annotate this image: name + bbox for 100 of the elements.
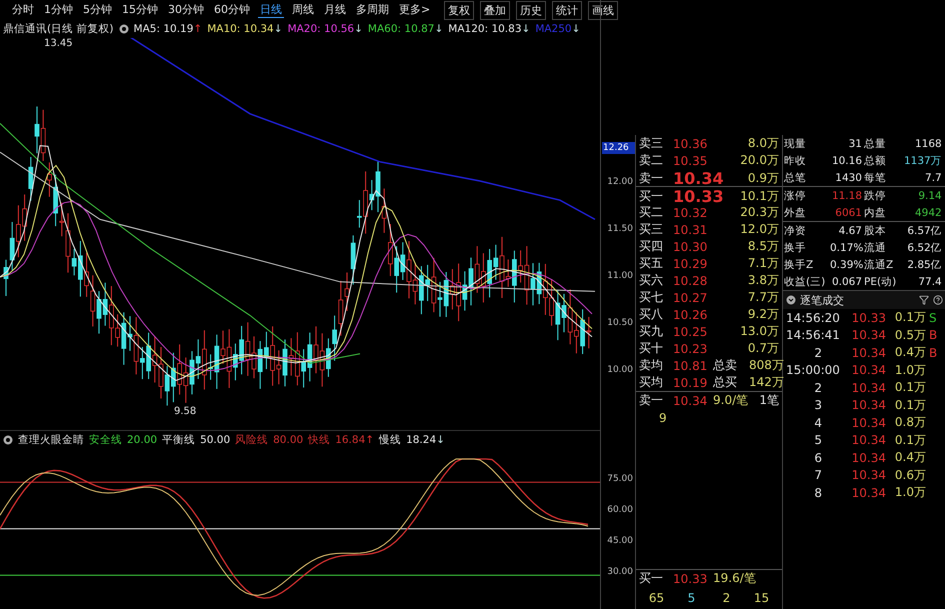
stat-value: 0.067 bbox=[830, 276, 863, 288]
moving-average-value: MA5: 10.19 bbox=[134, 23, 194, 35]
queue-order-size: 5 bbox=[686, 591, 696, 605]
queue-order-size: 15 bbox=[752, 591, 770, 605]
order-price: 10.34 bbox=[673, 169, 725, 188]
order-level-label: 买四 bbox=[639, 238, 664, 255]
trend-arrow: ↓ bbox=[522, 23, 530, 35]
order-volume: 0.7万 bbox=[746, 340, 779, 357]
trade-side: B bbox=[928, 346, 938, 360]
order-level-label: 卖二 bbox=[639, 152, 664, 169]
period-tab[interactable]: 分时 bbox=[10, 2, 36, 18]
filter-icon[interactable] bbox=[918, 295, 929, 305]
period-tab[interactable]: 更多> bbox=[397, 2, 432, 18]
stat-value: 2.85亿 bbox=[906, 258, 943, 272]
stat-value: 4942 bbox=[914, 206, 943, 218]
stock-title: 鼎信通讯(日线 前复权) bbox=[3, 22, 114, 36]
trade-volume: 0.5万 bbox=[894, 326, 926, 344]
order-volume: 0.9万 bbox=[746, 170, 779, 187]
toolbar-button[interactable]: 统计 bbox=[552, 0, 582, 20]
trend-arrow: ↑ bbox=[193, 23, 202, 35]
toolbar-button[interactable]: 画线 bbox=[588, 0, 618, 20]
trade-volume: 0.1万 bbox=[894, 379, 926, 396]
stat-value: 7.7 bbox=[924, 172, 943, 184]
trade-time: 15:00:00 bbox=[786, 363, 841, 378]
trade-price: 10.34 bbox=[850, 380, 886, 395]
period-tab[interactable]: 多周期 bbox=[354, 2, 391, 18]
trade-price: 10.34 bbox=[850, 468, 886, 482]
trade-time: 5 bbox=[813, 433, 823, 448]
order-volume: 3.8万 bbox=[746, 272, 779, 289]
order-price: 10.26 bbox=[673, 308, 708, 322]
stat-value: 6.52亿 bbox=[906, 240, 943, 254]
trade-time: 14:56:20 bbox=[786, 310, 841, 325]
indicator-line-label: 慢线 bbox=[379, 433, 402, 447]
order-price: 10.31 bbox=[673, 222, 708, 236]
queue-order-size: 9 bbox=[658, 410, 668, 424]
stat-label: 换手Z bbox=[784, 258, 814, 272]
order-volume: 7.1万 bbox=[746, 255, 779, 272]
period-tab[interactable]: 15分钟 bbox=[120, 2, 160, 18]
trade-volume: 1.0万 bbox=[894, 362, 926, 379]
average-price: 10.19 bbox=[673, 376, 708, 390]
queue-order-size: 65 bbox=[648, 591, 666, 605]
price-axis-label: 10.00 bbox=[607, 365, 633, 375]
price-axis-label: 12.00 bbox=[607, 177, 633, 187]
average-price: 10.81 bbox=[673, 358, 708, 372]
trade-side: S bbox=[928, 310, 938, 325]
stat-value: 4.67 bbox=[838, 224, 863, 236]
trade-price: 10.34 bbox=[850, 328, 886, 342]
order-volume: 8.5万 bbox=[746, 238, 779, 255]
stat-label: 涨停 bbox=[784, 188, 807, 202]
trade-volume: 0.4万 bbox=[894, 449, 926, 466]
toolbar-button[interactable]: 复权 bbox=[444, 0, 474, 20]
stat-value: 1168 bbox=[914, 138, 943, 150]
per-order-volume: 9.0/笔 bbox=[713, 392, 750, 409]
order-price: 10.29 bbox=[673, 256, 708, 270]
order-volume: 13.0万 bbox=[739, 323, 779, 340]
stat-value: 1137万 bbox=[904, 154, 943, 168]
toolbar-button[interactable]: 叠加 bbox=[480, 0, 510, 20]
collapse-icon[interactable] bbox=[786, 295, 796, 305]
period-tab[interactable]: 1分钟 bbox=[42, 2, 75, 18]
period-tab[interactable]: 60分钟 bbox=[212, 2, 252, 18]
period-tab[interactable]: 月线 bbox=[322, 2, 348, 18]
period-tab[interactable]: 5分钟 bbox=[81, 2, 114, 18]
period-tab[interactable]: 30分钟 bbox=[166, 2, 206, 18]
average-label: 买均 bbox=[639, 374, 664, 391]
indicator-line-value: 80.00 bbox=[273, 434, 304, 446]
stat-label: 净资 bbox=[784, 224, 807, 238]
order-level-label: 买二 bbox=[639, 204, 664, 221]
order-price: 10.27 bbox=[673, 290, 708, 304]
help-icon[interactable] bbox=[932, 295, 943, 305]
stat-label: 流通Z bbox=[864, 258, 894, 272]
order-price: 10.36 bbox=[673, 136, 708, 150]
trade-time: 2 bbox=[813, 346, 823, 360]
stat-label: 总额 bbox=[864, 154, 887, 168]
queue-label: 买一 bbox=[639, 570, 664, 587]
trade-time: 8 bbox=[813, 486, 823, 500]
moving-average-value: MA250 bbox=[535, 23, 572, 35]
trade-price: 10.34 bbox=[850, 398, 886, 412]
order-level-label: 买七 bbox=[639, 289, 664, 306]
trade-volume: 0.6万 bbox=[894, 466, 926, 484]
trade-volume: 0.4万 bbox=[894, 344, 926, 362]
period-tab[interactable]: 日线 bbox=[258, 2, 284, 18]
price-axis-label: 11.00 bbox=[607, 271, 633, 281]
order-price: 10.28 bbox=[673, 274, 708, 288]
period-tab[interactable]: 周线 bbox=[290, 2, 316, 18]
price-axis-label: 10.50 bbox=[607, 318, 633, 328]
trade-time: 3 bbox=[813, 398, 823, 412]
toolbar-button[interactable]: 历史 bbox=[516, 0, 546, 20]
queue-price: 10.34 bbox=[673, 394, 708, 408]
stat-label: PE(动) bbox=[864, 274, 898, 288]
trade-price: 10.33 bbox=[850, 310, 886, 325]
stat-label: 收益(三) bbox=[784, 274, 826, 288]
total-label: 总买 bbox=[713, 374, 738, 391]
stat-value: 6061 bbox=[834, 206, 863, 218]
oscillator-axis-label: 45.00 bbox=[607, 536, 633, 546]
order-volume: 20.3万 bbox=[739, 204, 779, 221]
order-volume: 7.7万 bbox=[746, 289, 779, 306]
stat-value: 6.57亿 bbox=[906, 224, 943, 238]
order-price: 10.33 bbox=[673, 187, 725, 206]
trade-time: 6 bbox=[813, 450, 823, 465]
order-volume: 20.0万 bbox=[739, 152, 779, 169]
